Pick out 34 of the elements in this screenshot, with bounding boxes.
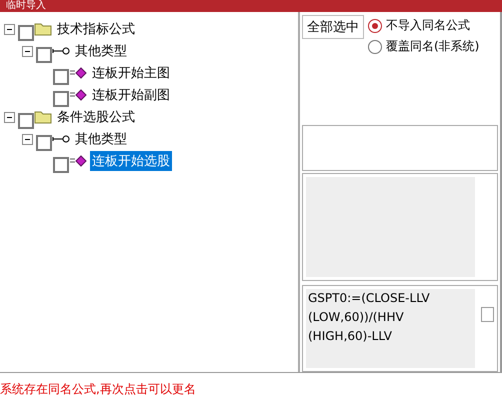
collapse-toggle[interactable]: [4, 24, 15, 34]
diamond-icon: [69, 67, 87, 79]
tree-item[interactable]: 条件选股公式: [55, 107, 137, 127]
checkbox[interactable]: [53, 69, 69, 85]
checkbox[interactable]: [53, 157, 69, 173]
folder-icon: [34, 110, 52, 124]
checkbox[interactable]: [18, 25, 34, 41]
diamond-icon: [69, 155, 87, 167]
folder-icon: [34, 22, 52, 36]
collapse-toggle[interactable]: [22, 46, 33, 56]
tree-item[interactable]: 其他类型: [73, 41, 129, 61]
tree-item[interactable]: 连板开始选股: [90, 151, 172, 171]
key-icon: [52, 134, 70, 144]
select-all-button[interactable]: 全部选中: [302, 15, 364, 39]
window-title: 临时导入: [0, 0, 502, 12]
scroll-box-icon: [481, 307, 494, 322]
tree-item[interactable]: 连板开始副图: [90, 85, 172, 105]
checkbox[interactable]: [53, 91, 69, 107]
radio-button[interactable]: [368, 18, 382, 32]
checkbox[interactable]: [18, 113, 34, 129]
status-message: 系统存在同名公式,再次点击可以更名: [0, 381, 197, 398]
collapse-toggle[interactable]: [22, 134, 33, 144]
key-icon: [52, 46, 70, 56]
tree-item[interactable]: 技术指标公式: [55, 19, 137, 39]
option-label[interactable]: 覆盖同名(非系统): [386, 38, 480, 55]
tree-item[interactable]: 其他类型: [73, 129, 129, 149]
checkbox[interactable]: [36, 47, 52, 63]
radio-button[interactable]: [368, 40, 382, 54]
option-label[interactable]: 不导入同名公式: [386, 17, 470, 34]
collapse-toggle[interactable]: [4, 112, 15, 122]
formula-text: GSPT0:=(CLOSE-LLV (LOW,60))/(HHV (HIGH,60)-LLV: [306, 289, 475, 368]
diamond-icon: [69, 89, 87, 101]
tree-item[interactable]: 连板开始主图: [90, 63, 172, 83]
checkbox[interactable]: [36, 135, 52, 151]
